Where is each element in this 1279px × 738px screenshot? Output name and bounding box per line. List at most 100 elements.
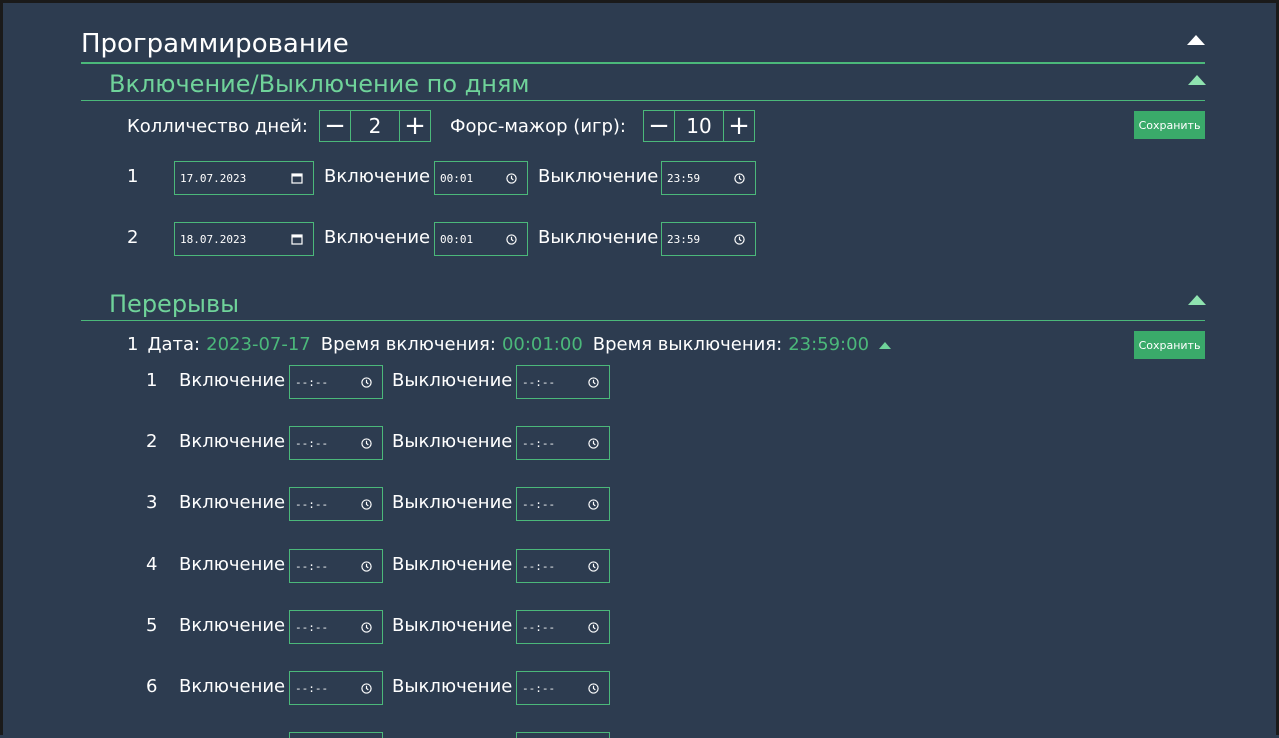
force-majeure-minus-button[interactable]: − <box>643 110 675 142</box>
break-off-label: Выключение <box>392 431 513 452</box>
break-row-index: 3 <box>146 492 158 513</box>
clock-icon[interactable] <box>358 376 374 388</box>
onoff-off-time-input[interactable]: 23:59 <box>661 222 756 256</box>
collapse-breaks-day-icon[interactable] <box>879 341 892 349</box>
break-off-time-value: --:-- <box>522 436 556 450</box>
breaks-section-title: Перерывы <box>109 290 240 318</box>
break-on-label: Включение <box>179 676 286 697</box>
break-on-label: Включение <box>179 615 286 636</box>
onoff-on-label: Включение <box>324 227 431 248</box>
days-count-value[interactable]: 2 <box>351 110 399 142</box>
breaks-day-header: 1 Дата: 2023-07-17 Время включения: 00:0… <box>127 333 892 357</box>
break-off-time-value: --:-- <box>522 497 556 511</box>
breaks-on-value: 00:01:00 <box>501 334 583 355</box>
break-row-index: 2 <box>146 431 158 452</box>
onoff-off-time-input[interactable]: 23:59 <box>661 161 756 195</box>
onoff-on-label: Включение <box>324 166 431 187</box>
break-on-time-input[interactable]: --:-- <box>289 549 383 583</box>
collapse-breaks-section-icon[interactable] <box>1188 295 1206 305</box>
force-majeure-value[interactable]: 10 <box>675 110 723 142</box>
breaks-day-index: 1 <box>127 334 139 355</box>
break-on-time-input[interactable]: --:-- <box>289 487 383 521</box>
break-on-time-value: --:-- <box>295 375 329 389</box>
breaks-date-value: 2023-07-17 <box>206 334 311 355</box>
onoff-row-index: 2 <box>127 227 139 248</box>
onoff-section-divider <box>81 100 1205 101</box>
break-on-label: Включение <box>179 370 286 391</box>
break-on-time-value: --:-- <box>295 497 329 511</box>
onoff-off-label: Выключение <box>538 166 659 187</box>
clock-icon[interactable] <box>585 498 601 510</box>
force-majeure-label: Форс-мажор (игр): <box>450 116 627 137</box>
break-on-time-input[interactable] <box>289 732 383 738</box>
break-off-time-input[interactable]: --:-- <box>516 365 610 399</box>
days-count-stepper: − 2 + <box>319 110 431 142</box>
onoff-date-value: 17.07.2023 <box>180 171 247 185</box>
break-off-time-input[interactable] <box>516 732 610 738</box>
break-row-index: 4 <box>146 554 158 575</box>
break-on-label: Включение <box>179 431 286 452</box>
breaks-date-key: Дата: <box>147 334 201 355</box>
days-count-label: Колличество дней: <box>127 116 308 137</box>
break-on-time-value: --:-- <box>295 436 329 450</box>
clock-icon[interactable] <box>585 437 601 449</box>
onoff-date-input[interactable]: 17.07.2023 <box>174 161 314 195</box>
break-off-label: Выключение <box>392 554 513 575</box>
clock-icon[interactable] <box>585 376 601 388</box>
breaks-section-divider <box>81 320 1205 321</box>
calendar-icon[interactable] <box>289 233 305 245</box>
break-off-time-input[interactable]: --:-- <box>516 549 610 583</box>
calendar-icon[interactable] <box>289 172 305 184</box>
break-off-time-input[interactable]: --:-- <box>516 487 610 521</box>
onoff-off-time-value: 23:59 <box>667 232 701 246</box>
break-on-time-value: --:-- <box>295 681 329 695</box>
clock-icon[interactable] <box>358 498 374 510</box>
break-row-index: 6 <box>146 676 158 697</box>
onoff-on-time-input[interactable]: 00:01 <box>434 161 528 195</box>
break-off-label: Выключение <box>392 676 513 697</box>
clock-icon[interactable] <box>731 172 747 184</box>
break-row-index: 5 <box>146 615 158 636</box>
clock-icon[interactable] <box>358 621 374 633</box>
clock-icon[interactable] <box>358 560 374 572</box>
days-count-minus-button[interactable]: − <box>319 110 351 142</box>
onoff-on-time-value: 00:01 <box>440 232 474 246</box>
page-title-divider <box>81 62 1205 64</box>
break-off-time-value: --:-- <box>522 620 556 634</box>
clock-icon[interactable] <box>585 560 601 572</box>
clock-icon[interactable] <box>358 682 374 694</box>
clock-icon[interactable] <box>358 437 374 449</box>
break-on-time-value: --:-- <box>295 559 329 573</box>
break-on-time-input[interactable]: --:-- <box>289 426 383 460</box>
collapse-page-icon[interactable] <box>1187 35 1205 45</box>
break-off-time-input[interactable]: --:-- <box>516 671 610 705</box>
break-on-time-value: --:-- <box>295 620 329 634</box>
breaks-save-button[interactable]: Сохранить <box>1134 331 1205 359</box>
break-on-time-input[interactable]: --:-- <box>289 610 383 644</box>
break-on-time-input[interactable]: --:-- <box>289 365 383 399</box>
onoff-on-time-value: 00:01 <box>440 171 474 185</box>
page-title: Программирование <box>81 29 349 59</box>
onoff-row-index: 1 <box>127 166 139 187</box>
break-off-label: Выключение <box>392 370 513 391</box>
force-majeure-plus-button[interactable]: + <box>723 110 755 142</box>
clock-icon[interactable] <box>731 233 747 245</box>
onoff-section-title: Включение/Выключение по дням <box>109 70 530 98</box>
break-off-time-value: --:-- <box>522 559 556 573</box>
break-off-time-input[interactable]: --:-- <box>516 426 610 460</box>
clock-icon[interactable] <box>503 233 519 245</box>
break-off-time-input[interactable]: --:-- <box>516 610 610 644</box>
clock-icon[interactable] <box>585 621 601 633</box>
onoff-date-input[interactable]: 18.07.2023 <box>174 222 314 256</box>
break-on-label: Включение <box>179 554 286 575</box>
clock-icon[interactable] <box>503 172 519 184</box>
onoff-on-time-input[interactable]: 00:01 <box>434 222 528 256</box>
breaks-off-value: 23:59:00 <box>788 334 870 355</box>
app-window: Программирование Включение/Выключение по… <box>0 0 1279 738</box>
break-on-time-input[interactable]: --:-- <box>289 671 383 705</box>
onoff-save-button[interactable]: Сохранить <box>1134 111 1205 139</box>
break-off-time-value: --:-- <box>522 375 556 389</box>
days-count-plus-button[interactable]: + <box>399 110 431 142</box>
collapse-onoff-section-icon[interactable] <box>1188 75 1206 85</box>
clock-icon[interactable] <box>585 682 601 694</box>
